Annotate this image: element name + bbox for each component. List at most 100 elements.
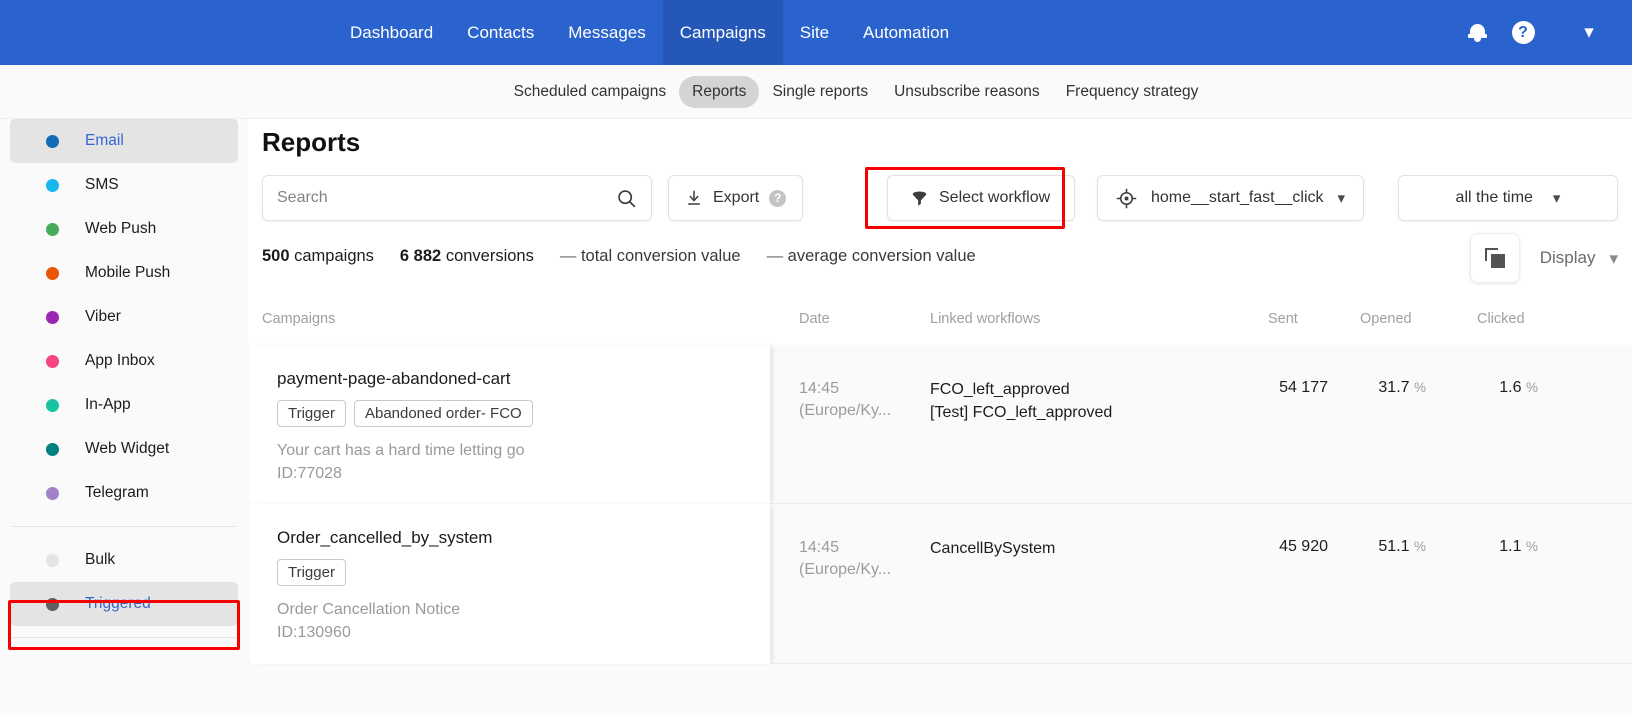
column-header-opened: Opened <box>1360 311 1412 327</box>
tab-reports[interactable]: Reports <box>679 75 760 108</box>
select-workflow-button[interactable]: Select workflow <box>887 175 1076 221</box>
account-menu-button[interactable]: ▾ <box>1546 0 1632 65</box>
channel-dot-icon <box>46 398 59 412</box>
help-icon: ? <box>1511 21 1535 44</box>
nav-item-contacts[interactable]: Contacts <box>450 0 551 65</box>
percent-symbol: % <box>1525 380 1538 395</box>
sidebar-item-app-inbox[interactable]: App Inbox <box>10 339 238 383</box>
top-navigation-bar: Dashboard Contacts Messages Campaigns Si… <box>0 0 1632 65</box>
reports-table-body: payment-page-abandoned-cart Trigger Aban… <box>248 345 1632 713</box>
stat-conversions: 6 882 conversions <box>400 247 534 266</box>
export-button[interactable]: Export ? <box>668 175 804 221</box>
reports-toolbar: Export ? Select workflow home__start_fas… <box>262 175 1618 221</box>
column-header-campaigns: Campaigns <box>262 311 336 327</box>
channel-dot-icon <box>46 266 59 280</box>
export-label: Export <box>713 189 760 206</box>
campaign-tags: Trigger <box>277 559 770 586</box>
sidebar-item-viber[interactable]: Viber <box>10 295 238 339</box>
metric-clicked: 1.1 % <box>1460 538 1538 556</box>
select-workflow-label: Select workflow <box>939 189 1051 206</box>
campaign-tag[interactable]: Trigger <box>277 400 346 427</box>
nav-item-automation[interactable]: Automation <box>846 0 966 65</box>
metric-clicked: 1.6 % <box>1460 379 1538 397</box>
campaign-card[interactable]: payment-page-abandoned-cart Trigger Aban… <box>250 345 771 504</box>
sidebar-item-email[interactable]: Email <box>10 119 238 163</box>
campaign-card[interactable]: Order_cancelled_by_system Trigger Order … <box>250 504 771 664</box>
search-input[interactable] <box>277 189 616 207</box>
linked-workflow-item[interactable]: [Test] FCO_left_approved <box>930 401 1112 424</box>
nav-item-dashboard[interactable]: Dashboard <box>333 0 450 65</box>
period-select[interactable]: all the time ▾ <box>1398 175 1618 221</box>
sidebar-item-web-push[interactable]: Web Push <box>10 207 238 251</box>
tab-frequency-strategy[interactable]: Frequency strategy <box>1053 76 1212 108</box>
sidebar-item-bulk[interactable]: Bulk <box>10 538 238 582</box>
sidebar-item-web-widget[interactable]: Web Widget <box>10 427 238 471</box>
workflow-select-value: home__start_fast__click <box>1151 189 1324 206</box>
nav-item-messages[interactable]: Messages <box>551 0 662 65</box>
main-content: Reports Export ? Select workflow <box>248 119 1632 713</box>
sidebar-item-triggered[interactable]: Triggered <box>10 582 238 626</box>
page-title: Reports <box>262 127 361 157</box>
sidebar-item-label: Email <box>85 132 124 149</box>
linked-workflow-item[interactable]: CancellBySystem <box>930 537 1055 560</box>
sidebar-item-label: Triggered <box>85 595 151 612</box>
period-select-value: all the time <box>1455 189 1533 206</box>
sidebar-item-label: Web Push <box>85 220 157 237</box>
campaign-time: 14:45 <box>799 380 840 397</box>
channel-dot-icon <box>46 178 59 192</box>
campaign-id: ID:130960 <box>277 624 351 642</box>
campaign-tag[interactable]: Abandoned order- FCO <box>353 400 533 427</box>
help-button[interactable]: ? <box>1500 0 1546 65</box>
sidebar-item-label: Viber <box>85 308 121 325</box>
sidebar-divider <box>12 526 236 527</box>
tab-single-reports[interactable]: Single reports <box>759 76 881 108</box>
sidebar-item-in-app[interactable]: In-App <box>10 383 238 427</box>
tab-scheduled-campaigns[interactable]: Scheduled campaigns <box>501 76 680 108</box>
search-box[interactable] <box>262 175 652 221</box>
sidebar-item-label: Web Widget <box>85 440 170 457</box>
nav-item-campaigns[interactable]: Campaigns <box>662 0 783 65</box>
notifications-button[interactable] <box>1454 0 1500 65</box>
table-row[interactable]: payment-page-abandoned-cart Trigger Aban… <box>248 345 1632 504</box>
export-help-icon[interactable]: ? <box>769 189 787 207</box>
sidebar-item-label: Telegram <box>85 484 149 501</box>
sidebar-item-sms[interactable]: SMS <box>10 163 238 207</box>
channel-dot-icon <box>46 486 59 500</box>
display-label: Display <box>1539 248 1596 267</box>
display-dropdown[interactable]: Display ▾ <box>1526 235 1632 281</box>
campaign-date: 14:45 (Europe/Ky... <box>799 378 891 423</box>
linked-workflows: CancellBySystem <box>930 537 1055 560</box>
workflow-select[interactable]: home__start_fast__click ▾ <box>1097 175 1365 221</box>
chevron-down-icon: ▾ <box>1552 189 1561 207</box>
linked-workflows: FCO_left_approved [Test] FCO_left_approv… <box>930 378 1112 424</box>
stat-average-conversion-value: — average conversion value <box>767 247 976 266</box>
metric-clicked-value: 1.6 <box>1499 379 1522 396</box>
target-icon <box>1116 188 1137 208</box>
search-icon <box>618 189 636 207</box>
chevron-down-icon: ▾ <box>1337 189 1346 207</box>
tab-unsubscribe-reasons[interactable]: Unsubscribe reasons <box>881 76 1053 108</box>
campaign-tag[interactable]: Trigger <box>277 559 346 586</box>
sidebar-item-telegram[interactable]: Telegram <box>10 471 238 515</box>
type-dot-icon <box>46 597 59 611</box>
campaign-timezone: (Europe/Ky... <box>799 402 892 420</box>
stat-conversions-value: 6 882 <box>399 247 442 265</box>
sidebar-divider <box>12 637 236 638</box>
sidebar-item-label: Mobile Push <box>85 264 171 281</box>
stat-total-label: total conversion value <box>580 247 741 265</box>
metric-sent: 45 920 <box>1279 538 1328 555</box>
stat-total-conversion-value: — total conversion value <box>560 247 741 266</box>
column-header-linked-workflows: Linked workflows <box>930 311 1041 327</box>
top-nav-links: Dashboard Contacts Messages Campaigns Si… <box>333 0 966 65</box>
channel-sidebar: Email SMS Web Push Mobile Push Viber App… <box>0 119 248 713</box>
linked-workflow-item[interactable]: FCO_left_approved <box>930 378 1112 401</box>
copy-button[interactable] <box>1469 233 1520 283</box>
stat-campaigns-value: 500 <box>262 247 290 265</box>
column-header-sent: Sent <box>1268 311 1298 327</box>
campaign-name: payment-page-abandoned-cart <box>277 369 511 388</box>
table-row[interactable]: Order_cancelled_by_system Trigger Order … <box>248 504 1632 664</box>
sidebar-item-mobile-push[interactable]: Mobile Push <box>10 251 238 295</box>
metric-sent: 54 177 <box>1279 379 1328 396</box>
chevron-down-icon: ▾ <box>1609 248 1618 268</box>
nav-item-site[interactable]: Site <box>783 0 846 65</box>
